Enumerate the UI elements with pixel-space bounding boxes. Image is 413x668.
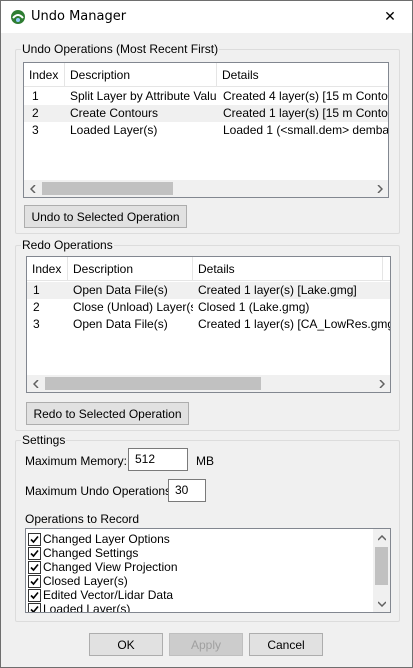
row-index: 3 [33,317,40,331]
checkbox-checked-icon[interactable] [28,532,41,546]
op-label: Closed Layer(s) [43,574,128,588]
checkbox-checked-icon[interactable] [28,588,41,602]
row-index: 3 [32,123,39,137]
column-header-index[interactable]: Index [24,63,65,87]
scroll-up-icon[interactable] [373,529,390,546]
operations-vertical-scrollbar[interactable] [373,529,390,612]
table-row[interactable]: 3 Loaded Layer(s) Loaded 1 (<small.dem> … [24,122,389,139]
close-button[interactable]: ✕ [370,1,410,32]
row-details: Created 4 layer(s) [15 m Contour l [223,89,389,103]
scroll-left-icon[interactable] [24,180,41,197]
max-memory-unit: MB [196,454,214,468]
close-icon: ✕ [384,8,396,24]
checkbox-checked-icon[interactable] [28,574,41,588]
row-details: Created 1 layer(s) [Lake.gmg] [198,283,357,297]
row-description: Loaded Layer(s) [70,123,158,137]
table-row[interactable]: 2 Create Contours Created 1 layer(s) [15… [24,105,389,122]
settings-group-label: Settings [21,433,67,447]
scroll-left-icon[interactable] [27,375,44,392]
checkbox-checked-icon[interactable] [28,546,41,560]
list-item[interactable]: Closed Layer(s) [28,574,128,588]
operations-checklist[interactable]: Changed Layer Options Changed Settings C… [25,528,391,613]
list-item[interactable]: Edited Vector/Lidar Data [28,588,173,602]
row-description: Open Data File(s) [73,283,168,297]
row-index: 2 [33,300,40,314]
list-item[interactable]: Changed Settings [28,546,138,560]
undo-horizontal-scrollbar[interactable] [24,180,388,197]
scroll-thumb[interactable] [375,547,388,585]
table-row[interactable]: 1 Split Layer by Attribute Value Created… [24,88,389,105]
row-index: 2 [32,106,39,120]
table-row[interactable]: 1 Open Data File(s) Created 1 layer(s) [… [27,282,390,299]
op-label: Changed Settings [43,546,139,560]
row-details: Created 1 layer(s) [CA_LowRes.gmg] [198,317,391,331]
op-label: Edited Vector/Lidar Data [43,588,174,602]
redo-list[interactable]: Index Description Details 1 Open Data Fi… [26,256,391,393]
row-description: Split Layer by Attribute Value [70,89,217,103]
max-memory-field[interactable]: 512 [128,448,188,471]
row-details: Loaded 1 (<small.dem> dembathy [223,123,389,137]
list-item[interactable]: Loaded Layer(s) [28,602,131,613]
undo-manager-window: Undo Manager ✕ Undo Operations (Most Rec… [0,0,413,668]
checkbox-checked-icon[interactable] [28,602,41,612]
column-header-description[interactable]: Description [65,63,217,87]
column-header-index[interactable]: Index [27,257,68,281]
op-label: Loaded Layer(s) [43,602,131,613]
row-index: 1 [32,89,39,103]
window-title: Undo Manager [31,9,127,24]
undo-list[interactable]: Index Description Details 1 Split Layer … [23,62,389,198]
table-row[interactable]: 3 Open Data File(s) Created 1 layer(s) [… [27,316,391,333]
scroll-thumb[interactable] [42,182,173,195]
column-header-details[interactable]: Details [193,257,383,281]
column-header-details[interactable]: Details [217,63,388,87]
title-bar[interactable]: Undo Manager ✕ [1,1,412,33]
op-label: Changed View Projection [43,560,178,574]
row-details: Closed 1 (Lake.gmg) [198,300,310,314]
globe-app-icon [10,9,26,25]
scroll-down-icon[interactable] [373,595,390,612]
redo-list-header: Index Description Details [27,257,390,281]
max-memory-label: Maximum Memory: [25,454,128,468]
redo-to-selected-button[interactable]: Redo to Selected Operation [26,402,189,425]
column-header-description[interactable]: Description [68,257,193,281]
row-description: Close (Unload) Layer(s) [73,300,193,314]
row-description: Open Data File(s) [73,317,168,331]
list-item[interactable]: Changed Layer Options [28,532,170,546]
max-undo-field[interactable]: 30 [168,479,206,502]
checkbox-checked-icon[interactable] [28,560,41,574]
redo-horizontal-scrollbar[interactable] [27,375,390,392]
row-description: Create Contours [70,106,159,120]
row-details: Created 1 layer(s) [15 m Contour l [223,106,389,120]
cancel-button[interactable]: Cancel [249,633,323,656]
scroll-thumb[interactable] [45,377,261,390]
op-label: Changed Layer Options [43,532,170,546]
ok-button[interactable]: OK [89,633,163,656]
apply-button[interactable]: Apply [169,633,243,656]
scroll-right-icon[interactable] [373,375,390,392]
table-row[interactable]: 2 Close (Unload) Layer(s) Closed 1 (Lake… [27,299,390,316]
list-item[interactable]: Changed View Projection [28,560,178,574]
undo-list-header: Index Description Details [24,63,388,87]
row-index: 1 [33,283,40,297]
undo-group-label: Undo Operations (Most Recent First) [21,42,220,56]
ops-to-record-label: Operations to Record [25,512,140,526]
redo-group-label: Redo Operations [21,238,114,252]
scroll-right-icon[interactable] [371,180,388,197]
max-undo-label: Maximum Undo Operations: [25,484,175,498]
undo-to-selected-button[interactable]: Undo to Selected Operation [24,205,187,228]
